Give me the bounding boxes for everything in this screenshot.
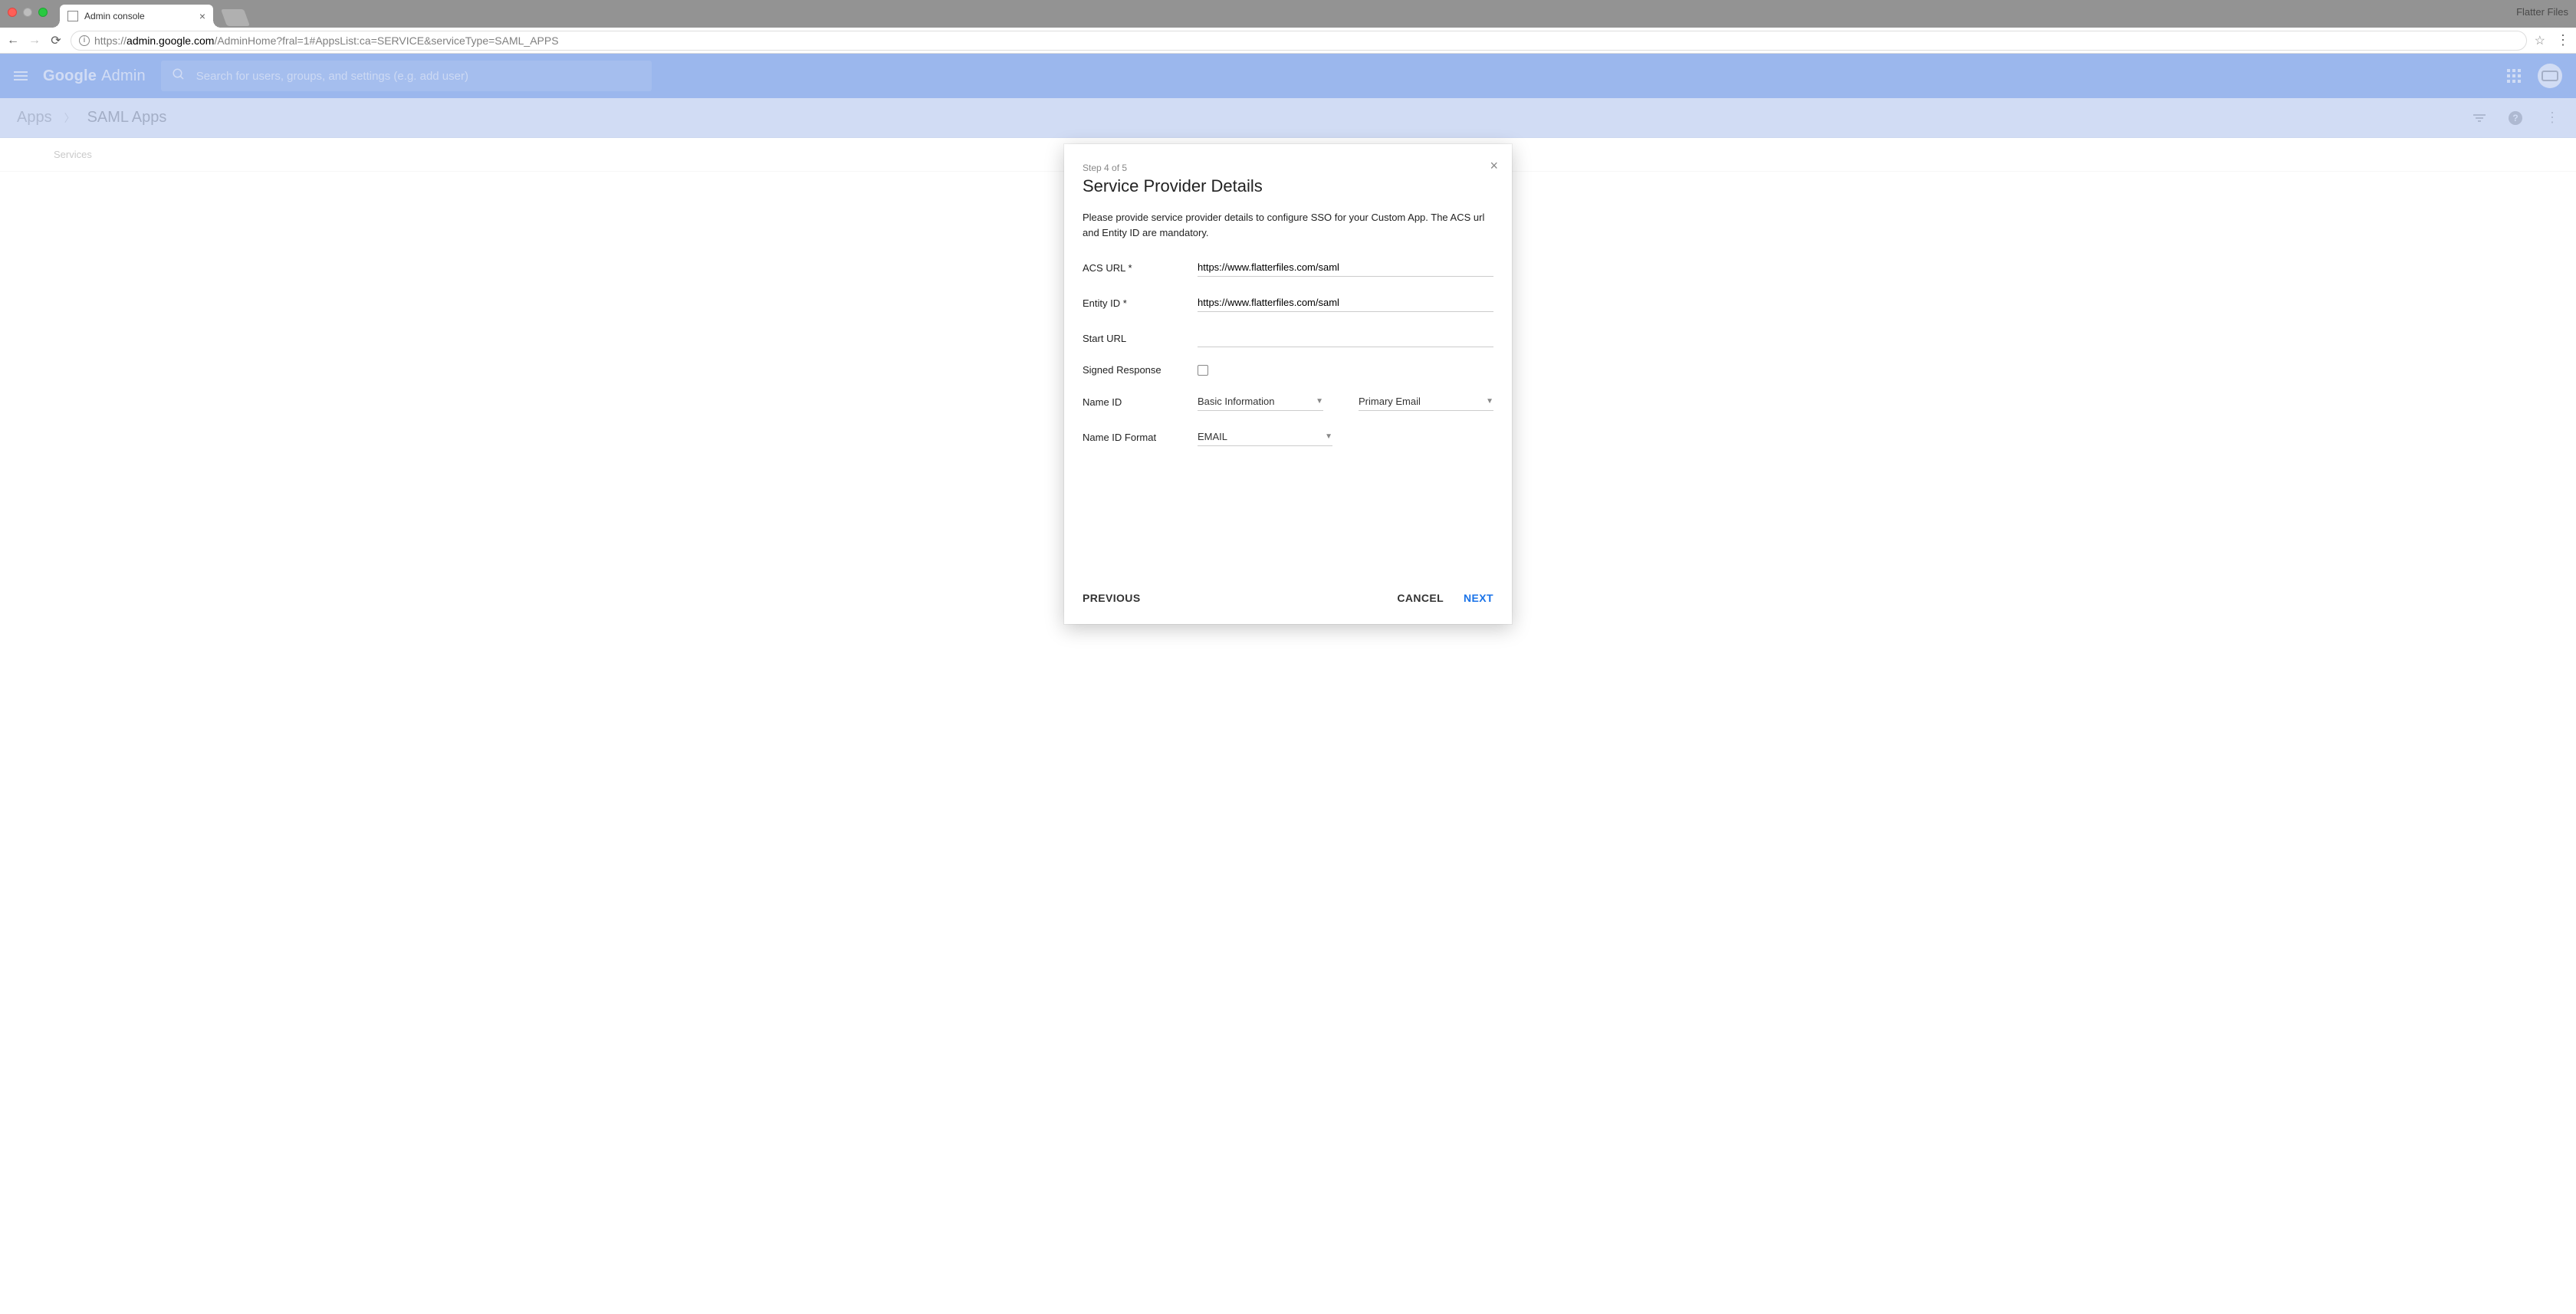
name-id-format-label: Name ID Format bbox=[1083, 432, 1182, 443]
address-toolbar: ← → ⟳ i https://admin.google.com/AdminHo… bbox=[0, 28, 2576, 54]
start-url-label: Start URL bbox=[1083, 333, 1182, 344]
chevron-right-icon: 〉 bbox=[64, 110, 75, 126]
back-button[interactable]: ← bbox=[6, 34, 20, 48]
previous-button[interactable]: PREVIOUS bbox=[1083, 592, 1141, 604]
browser-tab[interactable]: Admin console × bbox=[60, 5, 213, 28]
forward-button: → bbox=[28, 34, 41, 48]
minimize-window-icon[interactable] bbox=[23, 8, 32, 17]
modal-description: Please provide service provider details … bbox=[1083, 210, 1493, 240]
window-controls bbox=[8, 8, 48, 17]
browser-menu-icon[interactable]: ⋮ bbox=[2556, 32, 2570, 48]
entity-id-label: Entity ID * bbox=[1083, 297, 1182, 309]
search-input[interactable] bbox=[196, 70, 641, 83]
search-bar[interactable] bbox=[161, 61, 652, 91]
reload-button[interactable]: ⟳ bbox=[49, 33, 63, 48]
chevron-down-icon: ▼ bbox=[1316, 397, 1323, 406]
acs-url-label: ACS URL * bbox=[1083, 262, 1182, 274]
next-button[interactable]: NEXT bbox=[1464, 592, 1493, 604]
app-header: Google Admin bbox=[0, 54, 2576, 98]
cancel-button[interactable]: CANCEL bbox=[1397, 592, 1444, 604]
avatar-icon bbox=[2542, 71, 2558, 81]
breadcrumb: Apps 〉 SAML Apps ? ⋮ bbox=[0, 98, 2576, 138]
page-icon bbox=[67, 11, 78, 21]
chevron-down-icon: ▼ bbox=[1486, 397, 1493, 406]
apps-grid-icon[interactable] bbox=[2507, 69, 2521, 83]
new-tab-button[interactable] bbox=[221, 9, 250, 26]
filter-icon[interactable] bbox=[2473, 114, 2486, 122]
address-bar[interactable]: i https://admin.google.com/AdminHome?fra… bbox=[71, 31, 2527, 51]
close-window-icon[interactable] bbox=[8, 8, 17, 17]
step-indicator: Step 4 of 5 bbox=[1083, 163, 1493, 173]
site-info-icon[interactable]: i bbox=[79, 35, 90, 46]
browser-tab-strip: Admin console × Flatter Files bbox=[0, 0, 2576, 28]
signed-response-checkbox[interactable] bbox=[1198, 365, 1208, 376]
crumb-saml-apps[interactable]: SAML Apps bbox=[87, 109, 167, 126]
bookmark-star-icon[interactable]: ☆ bbox=[2535, 33, 2545, 48]
name-id-label: Name ID bbox=[1083, 396, 1182, 408]
account-avatar[interactable] bbox=[2538, 64, 2562, 88]
google-admin-logo[interactable]: Google Admin bbox=[43, 67, 146, 85]
close-modal-icon[interactable]: × bbox=[1490, 158, 1498, 174]
name-id-format-dropdown[interactable]: EMAIL ▼ bbox=[1198, 428, 1332, 446]
modal-title: Service Provider Details bbox=[1083, 176, 1493, 196]
entity-id-input[interactable] bbox=[1198, 294, 1493, 312]
start-url-input[interactable] bbox=[1198, 329, 1493, 347]
close-tab-icon[interactable]: × bbox=[199, 10, 205, 22]
acs-url-input[interactable] bbox=[1198, 258, 1493, 277]
menubar-app-name: Flatter Files bbox=[2516, 6, 2568, 18]
signed-response-label: Signed Response bbox=[1083, 364, 1182, 376]
crumb-apps[interactable]: Apps bbox=[17, 109, 52, 126]
tab-title: Admin console bbox=[84, 11, 193, 21]
more-options-icon[interactable]: ⋮ bbox=[2545, 110, 2559, 126]
search-icon bbox=[172, 67, 186, 85]
help-icon[interactable]: ? bbox=[2509, 111, 2522, 125]
hamburger-menu-icon[interactable] bbox=[14, 71, 28, 80]
maximize-window-icon[interactable] bbox=[38, 8, 48, 17]
name-id-category-dropdown[interactable]: Basic Information ▼ bbox=[1198, 393, 1323, 411]
name-id-attribute-dropdown[interactable]: Primary Email ▼ bbox=[1359, 393, 1493, 411]
service-provider-modal: × Step 4 of 5 Service Provider Details P… bbox=[1064, 144, 1512, 624]
chevron-down-icon: ▼ bbox=[1325, 432, 1332, 441]
url-text: https://admin.google.com/AdminHome?fral=… bbox=[94, 34, 559, 47]
